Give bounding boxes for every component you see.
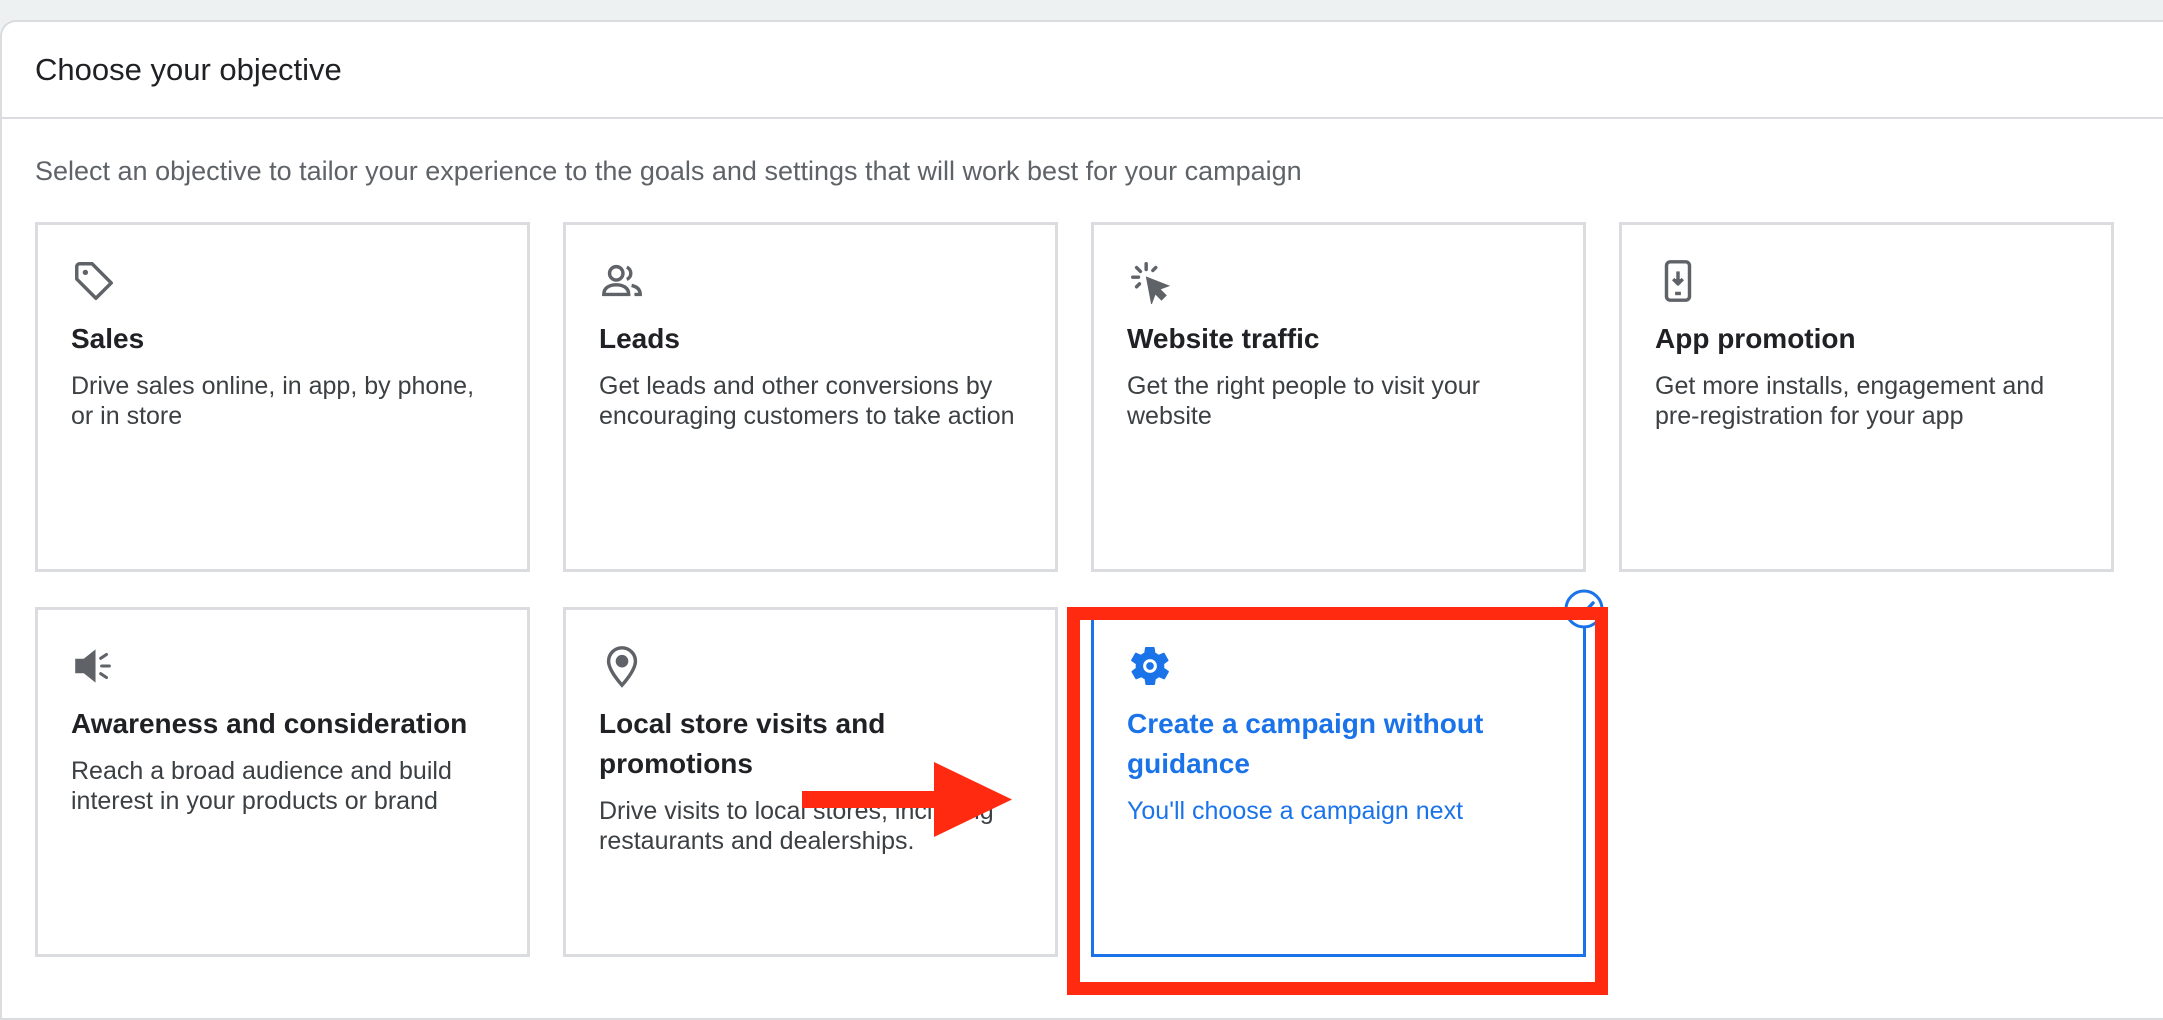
objective-panel: Choose your objective Select an objectiv… <box>0 20 2163 1020</box>
objective-card-leads[interactable]: Leads Get leads and other conversions by… <box>563 222 1058 572</box>
gear-icon <box>1127 643 1173 689</box>
objective-description: Get leads and other conversions by encou… <box>599 372 1015 430</box>
objective-card-no-guidance[interactable]: Create a campaign without guidance You'l… <box>1091 589 1604 957</box>
tag-icon <box>71 258 117 304</box>
selected-check-icon <box>1564 589 1604 629</box>
objective-description: You'll choose a campaign next <box>1127 797 1464 825</box>
objective-card-sales[interactable]: Sales Drive sales online, in app, by pho… <box>35 222 530 572</box>
objective-subtitle: Select an objective to tailor your exper… <box>35 156 1302 186</box>
objective-title: Website traffic <box>1127 323 1320 354</box>
cursor-click-icon <box>1127 258 1173 304</box>
objective-title: App promotion <box>1655 323 1856 354</box>
objective-description: Get the right people to visit your websi… <box>1127 372 1480 430</box>
objective-description: Drive sales online, in app, by phone, or… <box>71 372 475 430</box>
objective-card-awareness[interactable]: Awareness and consideration Reach a broa… <box>35 607 530 957</box>
phone-download-icon <box>1655 258 1701 304</box>
objective-title: Awareness and consideration <box>71 708 468 739</box>
objective-title: Leads <box>599 323 680 354</box>
megaphone-icon <box>71 643 117 689</box>
objective-card-website-traffic[interactable]: Website traffic Get the right people to … <box>1091 222 1586 572</box>
objective-card-app-promotion[interactable]: App promotion Get more installs, engagem… <box>1619 222 2114 572</box>
objective-title: Create a campaign without guidance <box>1127 708 1484 779</box>
objective-title: Sales <box>71 323 145 354</box>
objective-description: Reach a broad audience and build interes… <box>71 757 452 815</box>
location-pin-icon <box>599 643 645 689</box>
page-title: Choose your objective <box>35 51 342 87</box>
arrow-annotation <box>802 762 1012 837</box>
panel-header: Choose your objective <box>2 22 2163 119</box>
objective-description: Get more installs, engagement and pre-re… <box>1655 372 2045 430</box>
people-icon <box>599 258 645 304</box>
